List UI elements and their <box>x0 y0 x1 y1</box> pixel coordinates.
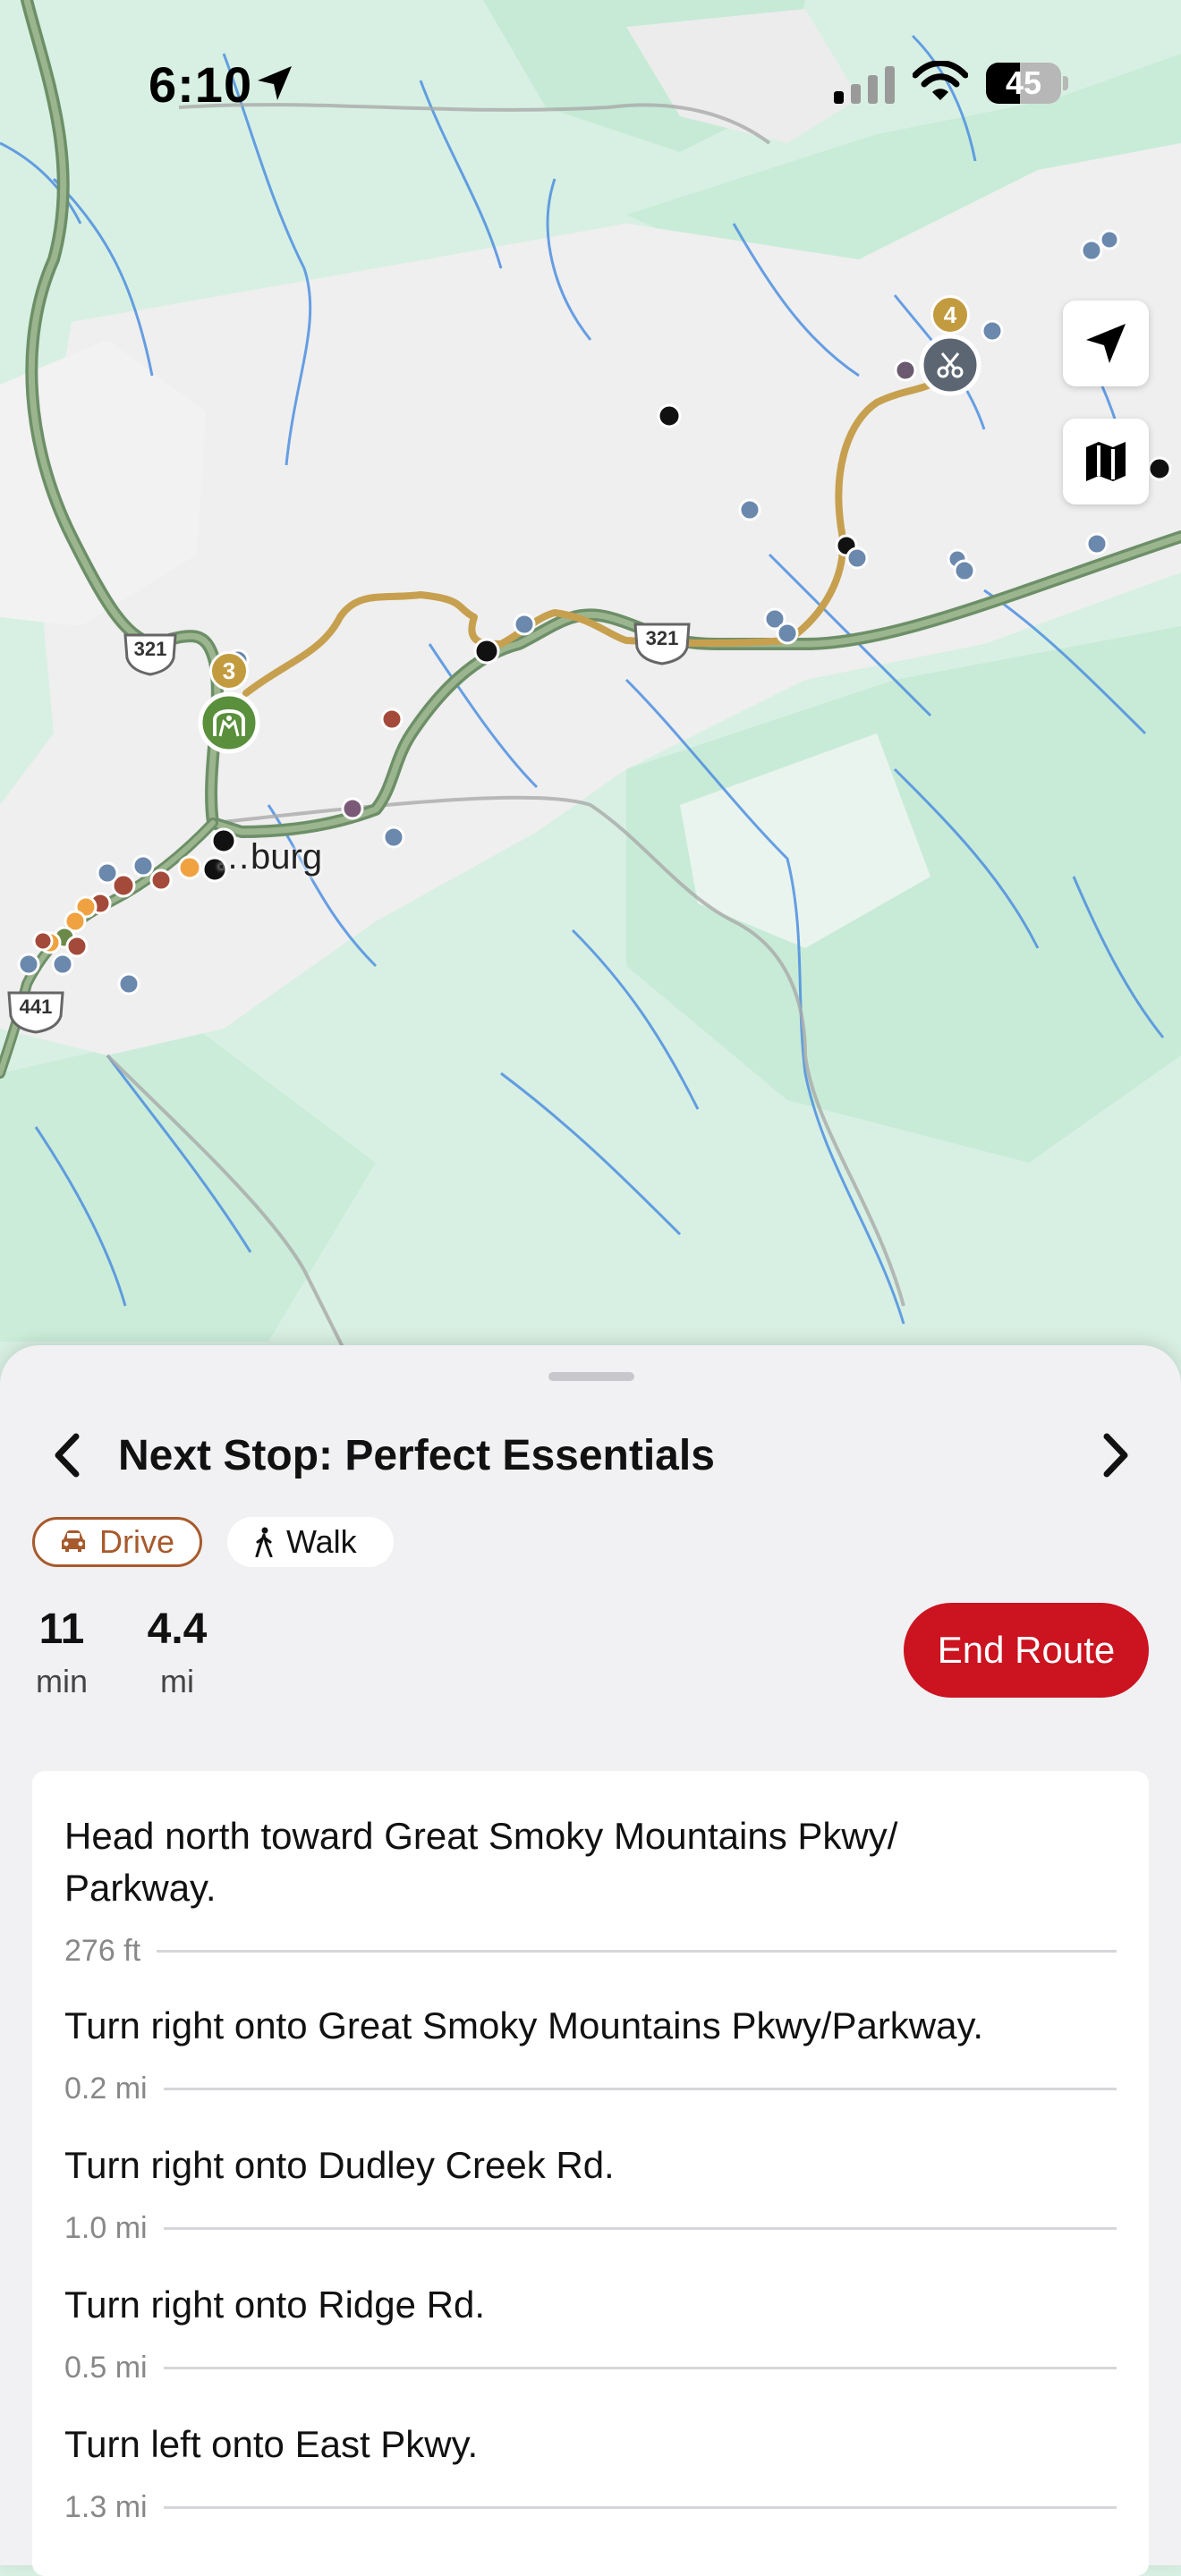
walking-person-icon <box>255 1527 273 1557</box>
direction-distance: 1.0 mi <box>64 2211 148 2245</box>
battery-percentage: 45 <box>1005 64 1042 101</box>
park-stop-marker[interactable] <box>200 694 258 751</box>
direction-step: Turn right onto Ridge Rd. 0.5 mi <box>64 2279 1117 2385</box>
direction-step: Turn left onto East Pkwy. 1.3 mi <box>64 2419 1117 2525</box>
location-arrow-icon <box>258 66 292 100</box>
direction-instruction: Turn right onto Great Smoky Mountains Pk… <box>64 2004 984 2046</box>
scissors-icon <box>937 352 964 378</box>
direction-distance: 1.3 mi <box>64 2490 148 2524</box>
cellular-signal-icon <box>834 66 895 104</box>
highway-shield-321-west: 321 <box>133 638 167 660</box>
direction-step: Turn right onto Great Smoky Mountains Pk… <box>64 2000 1117 2106</box>
step-divider <box>163 2227 1117 2230</box>
walk-mode-button[interactable]: Walk <box>227 1517 394 1567</box>
wifi-icon <box>913 61 968 100</box>
trip-distance-unit: mi <box>160 1663 194 1699</box>
map-icon <box>1086 442 1126 481</box>
status-bar: 6:10 45 <box>0 0 1181 170</box>
sheet-header: Next Stop: Perfect Essentials <box>0 1415 1181 1496</box>
route-stop-badge-4: 4 <box>930 295 970 335</box>
step-divider <box>157 1950 1117 1953</box>
trip-time-value: 11 <box>38 1606 85 1653</box>
highway-shield-441: 441 <box>19 996 53 1018</box>
salon-stop-marker[interactable] <box>922 336 979 394</box>
chevron-left-icon <box>55 1433 80 1478</box>
route-bottom-sheet[interactable]: Next Stop: Perfect Essentials Drive Walk… <box>0 1345 1181 2576</box>
trip-time-unit: min <box>35 1663 88 1699</box>
next-stop-button[interactable] <box>1090 1424 1143 1487</box>
status-time: 6:10 <box>149 56 253 113</box>
trip-time: 11 min <box>32 1605 91 1700</box>
playground-icon <box>213 708 245 737</box>
battery-icon: 45 <box>986 63 1068 104</box>
drive-mode-button[interactable]: Drive <box>32 1517 202 1567</box>
walk-mode-label: Walk <box>286 1523 357 1560</box>
next-stop-title: Next Stop: Perfect Essentials <box>118 1432 715 1479</box>
end-route-button[interactable]: End Route <box>904 1603 1149 1698</box>
direction-distance: 0.2 mi <box>64 2072 148 2106</box>
map-canvas[interactable] <box>0 0 1181 1395</box>
town-label: …burg <box>215 837 323 877</box>
direction-distance: 276 ft <box>64 1934 141 1968</box>
navigation-arrow-icon <box>1086 324 1126 363</box>
trip-distance-value: 4.4 <box>147 1606 208 1653</box>
step-divider <box>163 2367 1117 2369</box>
chevron-right-icon <box>1103 1433 1128 1478</box>
direction-instruction: Head north toward Great Smoky Mountains … <box>64 1815 898 1909</box>
sheet-grabber[interactable] <box>548 1372 634 1381</box>
direction-instruction: Turn right onto Dudley Creek Rd. <box>64 2144 615 2186</box>
previous-stop-button[interactable] <box>39 1424 93 1487</box>
map-type-button[interactable] <box>1063 419 1149 504</box>
trip-distance: 4.4 mi <box>141 1605 213 1700</box>
map-view[interactable]: 321 321 441 3 4 …burg <box>0 0 1181 1395</box>
direction-step: Turn right onto Dudley Creek Rd. 1.0 mi <box>64 2140 1117 2246</box>
step-divider <box>163 2506 1117 2509</box>
direction-instruction: Turn right onto Ridge Rd. <box>64 2284 486 2326</box>
highway-shield-321-east: 321 <box>645 627 679 649</box>
directions-list[interactable]: Head north toward Great Smoky Mountains … <box>32 1771 1149 2576</box>
direction-instruction: Turn left onto East Pkwy. <box>64 2423 479 2465</box>
direction-distance: 0.5 mi <box>64 2351 148 2385</box>
recenter-location-button[interactable] <box>1063 301 1149 386</box>
car-icon <box>62 1530 85 1552</box>
drive-mode-label: Drive <box>99 1523 175 1560</box>
route-stop-badge-3: 3 <box>209 651 249 691</box>
step-divider <box>163 2088 1117 2090</box>
direction-step: Head north toward Great Smoky Mountains … <box>64 1810 1117 1969</box>
